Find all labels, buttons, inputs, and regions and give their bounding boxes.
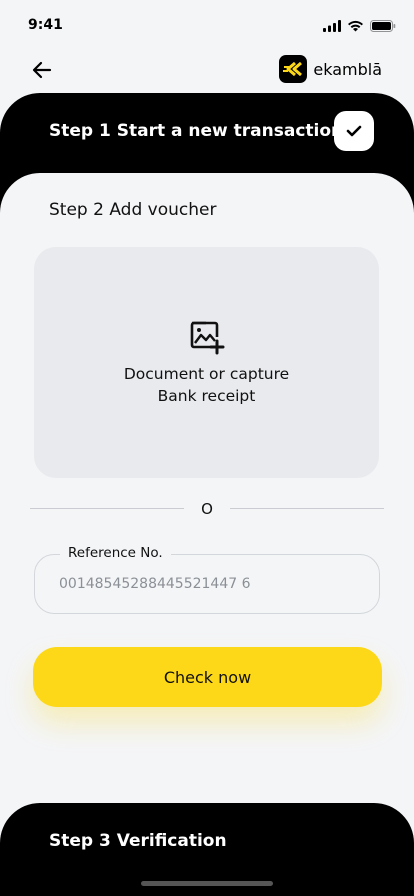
upload-label-line1: Document or capture bbox=[123, 365, 290, 383]
back-arrow-icon bbox=[32, 61, 52, 79]
upload-receipt-area[interactable]: Document or capture Bank receipt bbox=[34, 247, 379, 478]
status-bar: 9:41 bbox=[0, 0, 414, 50]
divider-text: O bbox=[201, 500, 213, 518]
signal-icon bbox=[323, 17, 341, 36]
checkmark-icon bbox=[346, 125, 362, 137]
wifi-icon bbox=[347, 17, 364, 36]
reference-field[interactable] bbox=[34, 554, 380, 614]
add-image-icon bbox=[190, 321, 225, 355]
brand-logo: ekamblā bbox=[279, 55, 382, 83]
logo-mark-icon bbox=[279, 55, 308, 83]
home-indicator bbox=[141, 881, 273, 886]
reference-input[interactable] bbox=[59, 572, 359, 596]
back-button[interactable] bbox=[28, 56, 56, 84]
status-icons bbox=[323, 17, 396, 36]
logo-text: ekamblā bbox=[313, 59, 382, 79]
step2-title: Step 2 Add voucher bbox=[49, 200, 217, 220]
divider-left bbox=[30, 508, 184, 509]
step1-title: Step 1 Start a new transaction bbox=[49, 121, 344, 141]
check-now-button[interactable]: Check now bbox=[33, 647, 382, 707]
battery-icon bbox=[370, 17, 396, 36]
status-time: 9:41 bbox=[28, 17, 63, 33]
step3-title: Step 3 Verification bbox=[49, 831, 227, 851]
upload-label-line2: Bank receipt bbox=[157, 387, 256, 405]
divider-right bbox=[230, 508, 384, 509]
step1-complete-badge bbox=[334, 111, 374, 151]
app-header: ekamblā bbox=[0, 50, 414, 94]
reference-label: Reference No. bbox=[60, 545, 171, 561]
